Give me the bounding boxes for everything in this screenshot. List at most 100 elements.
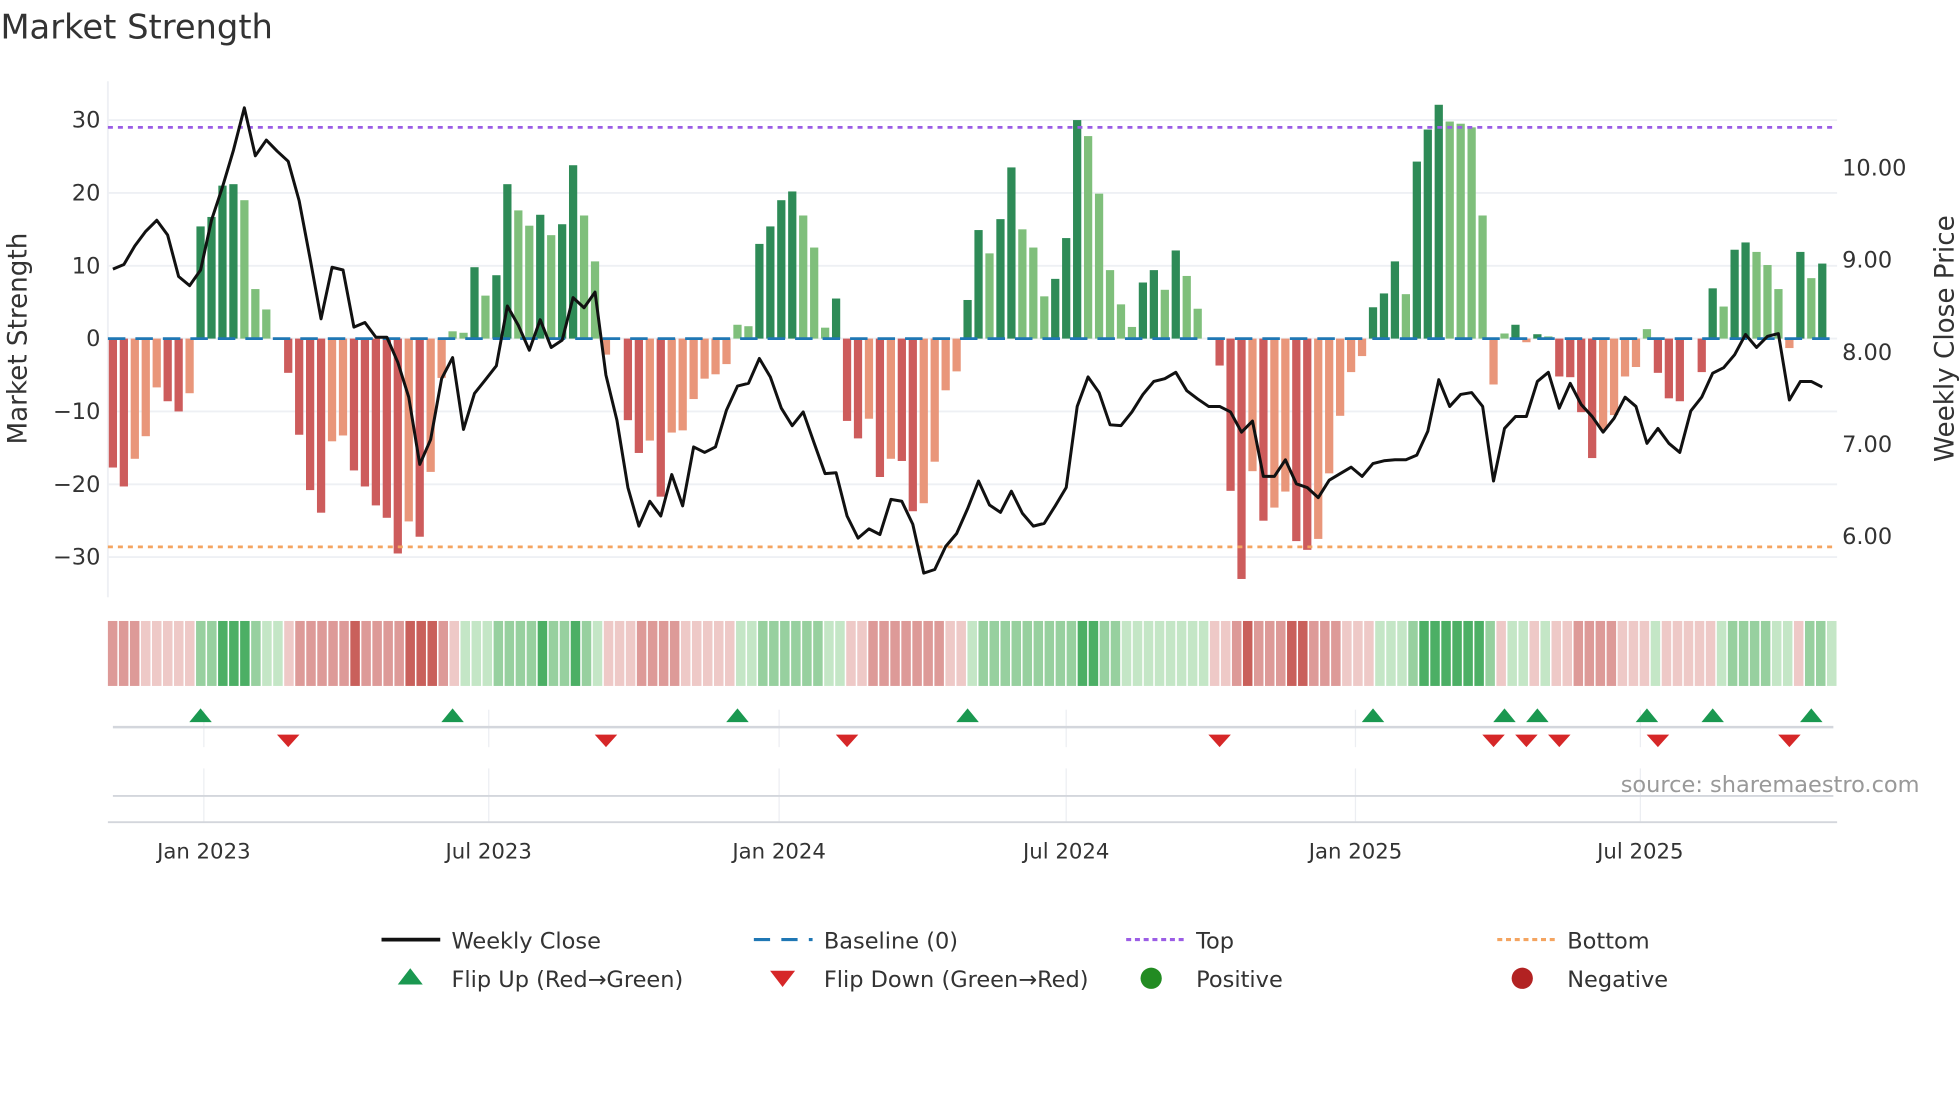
strength-bar (218, 185, 227, 339)
regime-cell (769, 620, 779, 686)
regime-cell (1827, 620, 1837, 686)
regime-cell (978, 620, 988, 686)
strength-bar (1390, 261, 1400, 339)
strength-bar (1675, 338, 1684, 402)
strength-bar (1237, 338, 1246, 579)
regime-cell (1187, 620, 1198, 686)
regime-cell (1793, 620, 1804, 686)
flip-up-marker (956, 708, 979, 723)
legend-item: Positive (1140, 967, 1283, 993)
regime-cell (658, 620, 669, 686)
regime-cell (1782, 620, 1793, 686)
flip-down-marker (1482, 734, 1505, 748)
regime-cell (1595, 620, 1606, 686)
strength-bar (1642, 329, 1652, 339)
strength-bar (371, 338, 380, 506)
regime-cell (1529, 620, 1539, 686)
strength-bar (974, 230, 983, 339)
regime-cell (1364, 620, 1374, 686)
strength-bar (744, 326, 753, 339)
strength-bar (1566, 338, 1575, 378)
regime-cell (416, 620, 426, 686)
regime-cell (857, 620, 867, 686)
strength-bar (1456, 123, 1465, 339)
strength-bar (853, 338, 863, 439)
regime-cell (1804, 620, 1815, 686)
strength-bar (1127, 326, 1137, 339)
flip-up-marker (189, 708, 212, 723)
regime-cell (1430, 620, 1440, 686)
strength-bar (864, 338, 874, 419)
strength-bar (1160, 289, 1169, 339)
strength-bar (1368, 307, 1378, 339)
market-strength-chart: Market Strength 30 20 10 0 −10 −20 −30 10.00 9.0… (0, 8, 1960, 993)
regime-cell (438, 620, 448, 686)
strength-bar (1511, 324, 1520, 339)
flip-up-marker (1800, 708, 1823, 723)
regime-cell (824, 620, 834, 686)
regime-cell (1760, 620, 1771, 686)
strength-bar (1336, 338, 1345, 416)
regime-cell (592, 620, 603, 686)
regime-cell (240, 620, 250, 686)
regime-cell (361, 620, 371, 686)
strength-bar (1796, 251, 1805, 339)
strength-bar (645, 338, 654, 441)
regime-cell (1077, 620, 1088, 686)
triangle-up-icon (397, 968, 423, 985)
regime-cell (725, 620, 735, 686)
strength-bar (1588, 338, 1597, 459)
strength-bar (1653, 338, 1663, 373)
y-tick-label: 10 (72, 253, 101, 279)
strength-bar (1259, 338, 1268, 521)
regime-cell (1727, 620, 1738, 686)
regime-cell (482, 620, 493, 686)
regime-cell (1066, 620, 1077, 686)
regime-cell (449, 620, 460, 686)
regime-cell (1033, 620, 1044, 686)
strength-bar (349, 338, 359, 471)
regime-cell (1617, 620, 1628, 686)
regime-cell (1176, 620, 1187, 686)
regime-cell (284, 620, 294, 686)
regime-cell (273, 620, 283, 686)
regime-cell (162, 620, 173, 686)
x-tick-label: Jan 2025 (1307, 839, 1403, 864)
strength-bar (1051, 278, 1060, 339)
regime-cell (1474, 620, 1484, 686)
regime-cell (548, 620, 559, 686)
strength-bar (1763, 265, 1772, 339)
strength-bar (700, 338, 709, 379)
regime-cell (394, 620, 404, 686)
strength-bar (1500, 333, 1509, 339)
strength-bar (886, 338, 896, 459)
legend-label: Weekly Close (451, 928, 600, 954)
strength-bar (722, 338, 731, 365)
strength-bar (755, 243, 764, 339)
strength-bar (1149, 270, 1158, 339)
regime-cell (1518, 620, 1528, 686)
regime-cell (846, 620, 856, 686)
regime-cell (405, 620, 415, 686)
regime-cell (1694, 620, 1705, 686)
regime-cell (791, 620, 801, 686)
strength-bar (667, 338, 676, 433)
flip-up-marker (1701, 708, 1724, 723)
regime-cell (713, 620, 724, 686)
regime-cell (383, 620, 393, 686)
legend-label: Bottom (1567, 928, 1649, 954)
regime-cell (1110, 620, 1121, 686)
strength-bar (1303, 338, 1312, 550)
y-tick-label: −30 (53, 545, 100, 571)
regime-cell (328, 620, 338, 686)
strength-bar (634, 338, 643, 453)
y-axis-title-left: Market Strength (4, 233, 34, 445)
strength-bar (733, 324, 742, 339)
flip-up-marker (1635, 708, 1659, 723)
y-tick-label: −20 (53, 472, 100, 498)
regime-cell (1209, 620, 1220, 686)
regime-cell (1815, 620, 1826, 686)
y-right-tick-label: 9.00 (1842, 248, 1892, 274)
regime-cell (427, 620, 437, 686)
strength-bar (1730, 249, 1739, 339)
